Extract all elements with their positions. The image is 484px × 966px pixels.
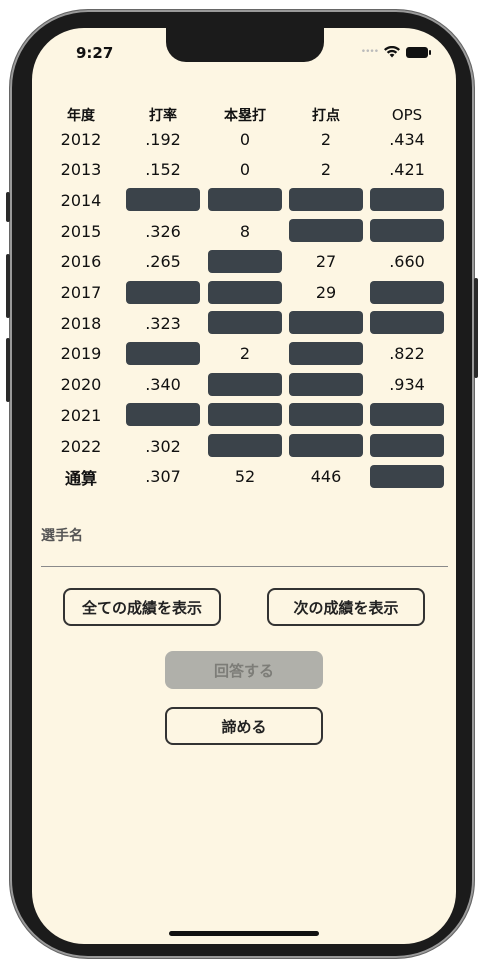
hidden-stat-rbi [289, 341, 363, 365]
cell-hr: 0 [239, 129, 251, 149]
show-next-stat-button[interactable]: 次の成績を表示 [267, 588, 425, 626]
power-button [474, 278, 478, 378]
cell-year: 2017 [60, 283, 102, 302]
table-row: 2017 29 [32, 278, 456, 308]
notch [166, 28, 324, 62]
hidden-stat-hr [208, 372, 282, 396]
cellular-signal-icon: •••• [360, 47, 379, 57]
cell-year: 2020 [60, 375, 102, 395]
cell-year: 2021 [60, 405, 102, 425]
cell-year: 通算 [64, 468, 97, 488]
home-indicator [169, 931, 319, 936]
table-row: 2018 .323 [32, 308, 456, 338]
hidden-stat-avg [126, 341, 200, 365]
player-name-label: 選手名 [41, 528, 83, 544]
volume-down-button [6, 338, 10, 402]
cell-year: 2022 [60, 436, 102, 456]
cell-year: 2012 [60, 129, 102, 149]
cell-rbi: 27 [315, 252, 337, 272]
hidden-stat-hr [208, 280, 282, 304]
status-icons: •••• [360, 46, 431, 58]
hidden-stat-hr [208, 249, 282, 273]
answer-button[interactable]: 回答する [165, 651, 323, 689]
cell-ops: .822 [389, 344, 425, 364]
hidden-stat-avg [126, 188, 200, 212]
hidden-stat-avg [126, 403, 200, 427]
cell-ops: .434 [389, 129, 425, 149]
cell-year: 2013 [60, 160, 102, 180]
table-row: 2016 .265 27 .660 [32, 247, 456, 277]
cell-ops: .660 [389, 252, 425, 272]
table-row: 2015 .326 8 [32, 216, 456, 246]
hidden-stat-hr [208, 311, 282, 335]
cell-hr: 2 [239, 344, 251, 364]
hidden-stat-ops [370, 403, 444, 427]
table-row: 通算 .307 52 446 [32, 462, 456, 492]
battery-icon [406, 46, 431, 58]
table-row: 2022 .302 [32, 431, 456, 461]
hidden-stat-ops [370, 311, 444, 335]
app-screen: 9:27 •••• 年度 打率 本塁打 打点 OPS 2012.192 0 2.43… [32, 28, 456, 944]
give-up-button[interactable]: 諦める [165, 707, 323, 745]
hidden-stat-ops [370, 464, 444, 488]
hidden-stat-ops [370, 280, 444, 304]
cell-year: 2018 [60, 313, 102, 333]
cell-hr: 0 [239, 160, 251, 180]
cell-avg: .265 [145, 252, 181, 272]
hidden-stat-avg [126, 280, 200, 304]
cell-year: 2015 [60, 221, 102, 241]
hidden-stat-rbi [289, 403, 363, 427]
hidden-stat-ops [370, 434, 444, 457]
table-row: 2013 .152 0 2 .421 [32, 155, 456, 185]
silent-switch [6, 192, 10, 222]
hidden-stat-ops [370, 219, 444, 243]
hidden-stat-rbi [289, 219, 363, 243]
volume-up-button [6, 254, 10, 318]
cell-hr: 8 [239, 221, 251, 241]
cell-ops: .421 [389, 160, 425, 180]
table-row: 2021 [32, 400, 456, 430]
status-time: 9:27 [76, 44, 114, 62]
hidden-stat-hr [208, 434, 282, 457]
wifi-icon [384, 46, 400, 58]
cell-avg: .323 [145, 313, 181, 333]
player-name-input-underline[interactable] [41, 566, 448, 567]
table-row: 2020 .340 .934 [32, 370, 456, 400]
hidden-stat-hr [208, 403, 282, 427]
show-all-stats-button[interactable]: 全ての成績を表示 [63, 588, 221, 626]
cell-year: 2016 [60, 252, 102, 272]
cell-avg: .152 [145, 160, 181, 180]
hidden-stat-ops [370, 188, 444, 212]
cell-avg: .192 [145, 129, 181, 149]
cell-avg: .340 [145, 375, 181, 395]
cell-avg: .326 [145, 221, 181, 241]
cell-avg: .307 [145, 467, 181, 487]
hidden-stat-rbi [289, 188, 363, 212]
table-row: 2014 [32, 185, 456, 215]
hidden-stat-rbi [289, 311, 363, 335]
cell-hr: 52 [234, 467, 256, 487]
table-row: 2019 2 .822 [32, 339, 456, 369]
hidden-stat-hr [208, 188, 282, 212]
cell-rbi: 446 [310, 467, 342, 487]
cell-year: 2014 [60, 190, 102, 210]
cell-rbi: 29 [315, 283, 337, 302]
hidden-stat-rbi [289, 434, 363, 457]
cell-ops: .934 [389, 375, 425, 395]
hidden-stat-rbi [289, 372, 363, 396]
cell-avg: .302 [145, 436, 181, 456]
cell-year: 2019 [60, 344, 102, 364]
cell-rbi: 2 [320, 160, 332, 180]
cell-rbi: 2 [320, 129, 332, 149]
table-row: 2012 .192 0 2 .434 [32, 124, 456, 154]
